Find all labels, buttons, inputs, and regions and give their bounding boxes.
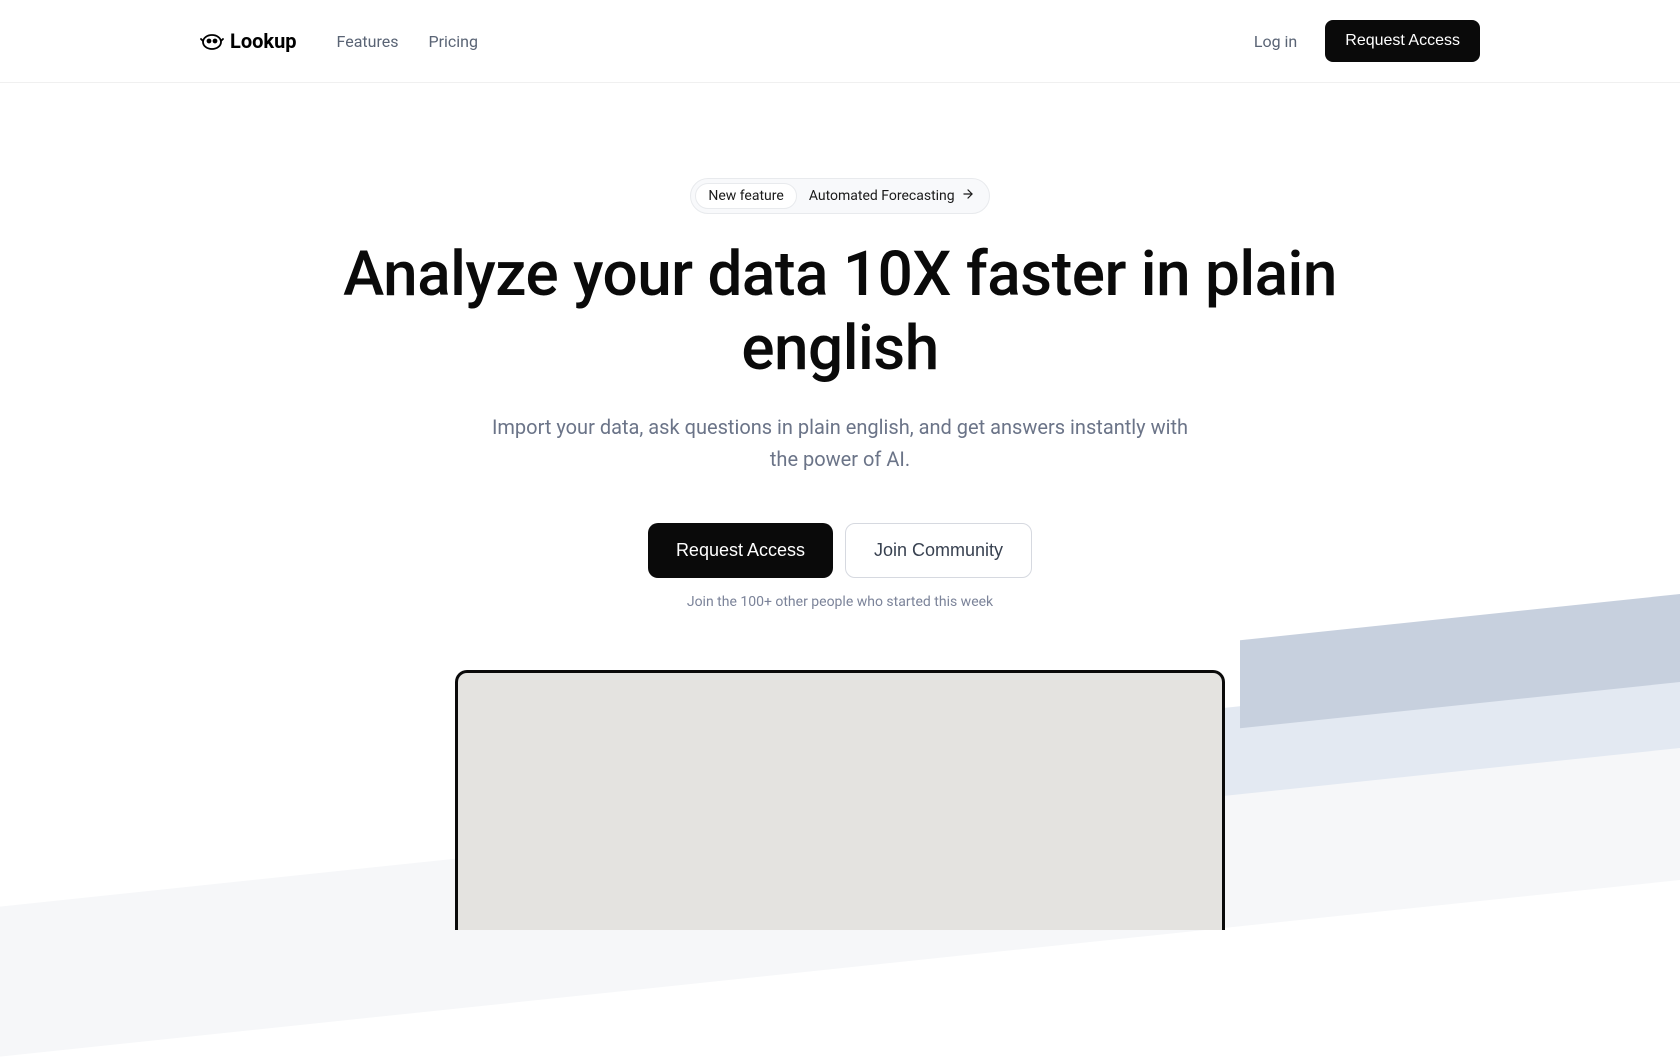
- hero-request-access-button[interactable]: Request Access: [648, 523, 833, 578]
- hero-subtitle: Import your data, ask questions in plain…: [480, 411, 1200, 475]
- feature-badge[interactable]: New feature Automated Forecasting: [690, 178, 989, 214]
- logo[interactable]: Lookup: [200, 29, 297, 53]
- feature-badge-text: Automated Forecasting: [809, 187, 975, 205]
- nav-features[interactable]: Features: [337, 32, 399, 51]
- header-left: Lookup Features Pricing: [200, 29, 478, 53]
- feature-badge-label: Automated Forecasting: [809, 188, 955, 204]
- hero-image-placeholder: [455, 670, 1225, 930]
- header-right: Log in Request Access: [1254, 20, 1480, 62]
- hero-join-community-button[interactable]: Join Community: [845, 523, 1032, 578]
- request-access-button[interactable]: Request Access: [1325, 20, 1480, 62]
- nav-pricing[interactable]: Pricing: [428, 32, 478, 51]
- hero-caption: Join the 100+ other people who started t…: [0, 594, 1680, 610]
- logo-text: Lookup: [230, 29, 297, 53]
- logo-icon: [200, 31, 224, 51]
- hero-title: Analyze your data 10X faster in plain en…: [340, 238, 1340, 387]
- nav-links: Features Pricing: [337, 32, 478, 51]
- login-link[interactable]: Log in: [1254, 32, 1297, 51]
- hero-section: New feature Automated Forecasting Analyz…: [0, 83, 1680, 930]
- arrow-right-icon: [961, 187, 975, 205]
- new-feature-pill: New feature: [695, 183, 796, 209]
- hero-buttons: Request Access Join Community: [0, 523, 1680, 578]
- header: Lookup Features Pricing Log in Request A…: [0, 0, 1680, 83]
